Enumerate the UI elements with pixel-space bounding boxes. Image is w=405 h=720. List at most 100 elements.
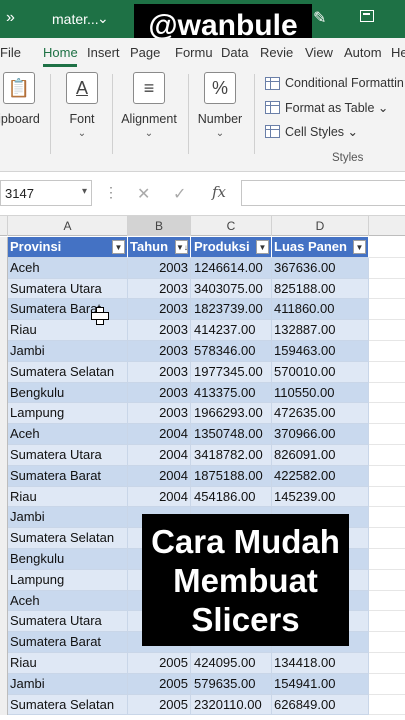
empty-cell[interactable]: [369, 278, 405, 300]
tab-help[interactable]: He: [391, 45, 405, 60]
cell-luas-panen[interactable]: 154941.00: [272, 673, 369, 695]
cell-luas-panen[interactable]: 145239.00: [272, 486, 369, 508]
cell-produksi[interactable]: 1350748.00: [191, 424, 272, 445]
row-header[interactable]: [0, 237, 8, 258]
cell-tahun[interactable]: 2005: [128, 653, 191, 674]
font-group[interactable]: A Font ⌄: [58, 72, 106, 139]
cell-tahun[interactable]: 2004: [128, 465, 191, 487]
column-header-c[interactable]: C: [191, 216, 272, 236]
row-header[interactable]: [0, 299, 8, 321]
cell-produksi[interactable]: 1966293.00: [191, 403, 272, 425]
cell-provinsi[interactable]: Aceh: [8, 424, 128, 445]
cell-provinsi[interactable]: Bengkulu: [8, 382, 128, 404]
name-box[interactable]: 3147 ▾: [0, 180, 92, 206]
cell-luas-panen[interactable]: 134418.00: [272, 653, 369, 674]
empty-cell[interactable]: [369, 653, 405, 674]
cell-luas-panen[interactable]: 422582.00: [272, 465, 369, 487]
empty-cell[interactable]: [369, 361, 405, 383]
empty-cell[interactable]: [369, 590, 405, 612]
row-header[interactable]: [0, 278, 8, 300]
row-header[interactable]: [0, 569, 8, 591]
filter-dropdown-icon[interactable]: ▼: [256, 240, 269, 254]
empty-cell[interactable]: [369, 382, 405, 404]
cell-produksi[interactable]: 1246614.00: [191, 257, 272, 279]
empty-cell[interactable]: [369, 257, 405, 279]
row-header[interactable]: [0, 611, 8, 633]
row-header[interactable]: [0, 424, 8, 445]
cell-provinsi[interactable]: Riau: [8, 320, 128, 341]
header-cell-tahun[interactable]: Tahun ▼↓: [128, 237, 191, 258]
conditional-formatting-button[interactable]: Conditional Formattin: [265, 76, 404, 90]
cell-provinsi[interactable]: Jambi: [8, 673, 128, 695]
tab-file[interactable]: File: [0, 45, 21, 60]
tab-review[interactable]: Revie: [260, 45, 293, 60]
tab-insert[interactable]: Insert: [87, 45, 120, 60]
cell-tahun[interactable]: 2004: [128, 486, 191, 508]
column-header-d[interactable]: D: [272, 216, 369, 236]
cell-tahun[interactable]: 2003: [128, 382, 191, 404]
tab-data[interactable]: Data: [221, 45, 248, 60]
clipboard-group[interactable]: 📋 ipboard: [0, 72, 46, 126]
row-header[interactable]: [0, 382, 8, 404]
cell-provinsi[interactable]: Riau: [8, 653, 128, 674]
cell-produksi[interactable]: 1875188.00: [191, 465, 272, 487]
cell-tahun[interactable]: 2003: [128, 257, 191, 279]
cell-provinsi[interactable]: Sumatera Barat: [8, 632, 128, 653]
cell-provinsi[interactable]: Sumatera Selatan: [8, 528, 128, 549]
cell-provinsi[interactable]: Sumatera Utara: [8, 611, 128, 633]
row-header[interactable]: [0, 445, 8, 466]
cell-provinsi[interactable]: Sumatera Barat: [8, 465, 128, 487]
empty-cell[interactable]: [369, 611, 405, 633]
cell-luas-panen[interactable]: 159463.00: [272, 341, 369, 362]
empty-cell[interactable]: [369, 549, 405, 570]
cell-produksi[interactable]: 1823739.00: [191, 299, 272, 321]
row-header[interactable]: [0, 486, 8, 508]
cell-luas-panen[interactable]: 472635.00: [272, 403, 369, 425]
cell-provinsi[interactable]: Riau: [8, 486, 128, 508]
cell-tahun[interactable]: 2003: [128, 361, 191, 383]
cell-provinsi[interactable]: Lampung: [8, 403, 128, 425]
cell-produksi[interactable]: 1977345.00: [191, 361, 272, 383]
cancel-icon[interactable]: ✕: [137, 184, 150, 204]
quick-access-toolbar-icon[interactable]: »: [6, 9, 15, 27]
row-header[interactable]: [0, 549, 8, 570]
empty-cell[interactable]: [369, 424, 405, 445]
chevron-down-icon[interactable]: ⌄: [97, 10, 109, 27]
row-header[interactable]: [0, 673, 8, 695]
row-header[interactable]: [0, 694, 8, 716]
row-header[interactable]: [0, 361, 8, 383]
empty-cell[interactable]: [369, 694, 405, 716]
cell-produksi[interactable]: 578346.00: [191, 341, 272, 362]
empty-cell[interactable]: [369, 507, 405, 529]
row-header[interactable]: [0, 590, 8, 612]
cell-luas-panen[interactable]: 411860.00: [272, 299, 369, 321]
empty-cell[interactable]: [369, 320, 405, 341]
chevron-down-icon[interactable]: ▾: [82, 186, 87, 197]
row-header[interactable]: [0, 465, 8, 487]
cell-tahun[interactable]: 2003: [128, 320, 191, 341]
header-cell-luas-panen[interactable]: Luas Panen ▼: [272, 237, 369, 258]
row-header[interactable]: [0, 257, 8, 279]
pen-icon[interactable]: ✎: [313, 8, 326, 28]
cell-provinsi[interactable]: Bengkulu: [8, 549, 128, 570]
empty-cell[interactable]: [369, 445, 405, 466]
row-header[interactable]: [0, 632, 8, 653]
row-header[interactable]: [0, 507, 8, 529]
cell-luas-panen[interactable]: 370966.00: [272, 424, 369, 445]
cell-provinsi[interactable]: Jambi: [8, 341, 128, 362]
cell-luas-panen[interactable]: 132887.00: [272, 320, 369, 341]
cell-tahun[interactable]: 2003: [128, 278, 191, 300]
empty-cell[interactable]: [369, 465, 405, 487]
cell-tahun[interactable]: 2004: [128, 445, 191, 466]
cell-produksi[interactable]: 2320110.00: [191, 694, 272, 716]
cell-tahun[interactable]: 2003: [128, 299, 191, 321]
cell-luas-panen[interactable]: 826091.00: [272, 445, 369, 466]
cell-provinsi[interactable]: Sumatera Selatan: [8, 361, 128, 383]
column-header-a[interactable]: A: [8, 216, 128, 236]
cell-produksi[interactable]: 424095.00: [191, 653, 272, 674]
tab-formulas[interactable]: Formu: [175, 45, 213, 60]
row-header[interactable]: [0, 653, 8, 674]
cell-provinsi[interactable]: Sumatera Utara: [8, 445, 128, 466]
row-header[interactable]: [0, 403, 8, 425]
empty-cell[interactable]: [369, 528, 405, 549]
